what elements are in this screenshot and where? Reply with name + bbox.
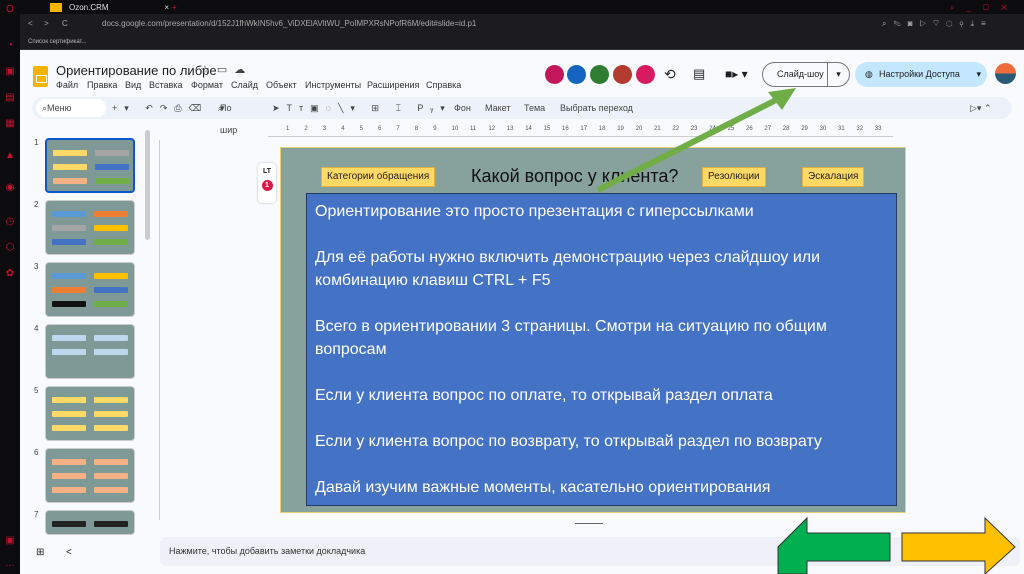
- next-arrow-button[interactable]: [901, 516, 1016, 574]
- overlay-arrows: [596, 88, 1016, 574]
- previous-arrow-button[interactable]: [777, 516, 891, 574]
- annotation-arrow-line: [596, 95, 782, 193]
